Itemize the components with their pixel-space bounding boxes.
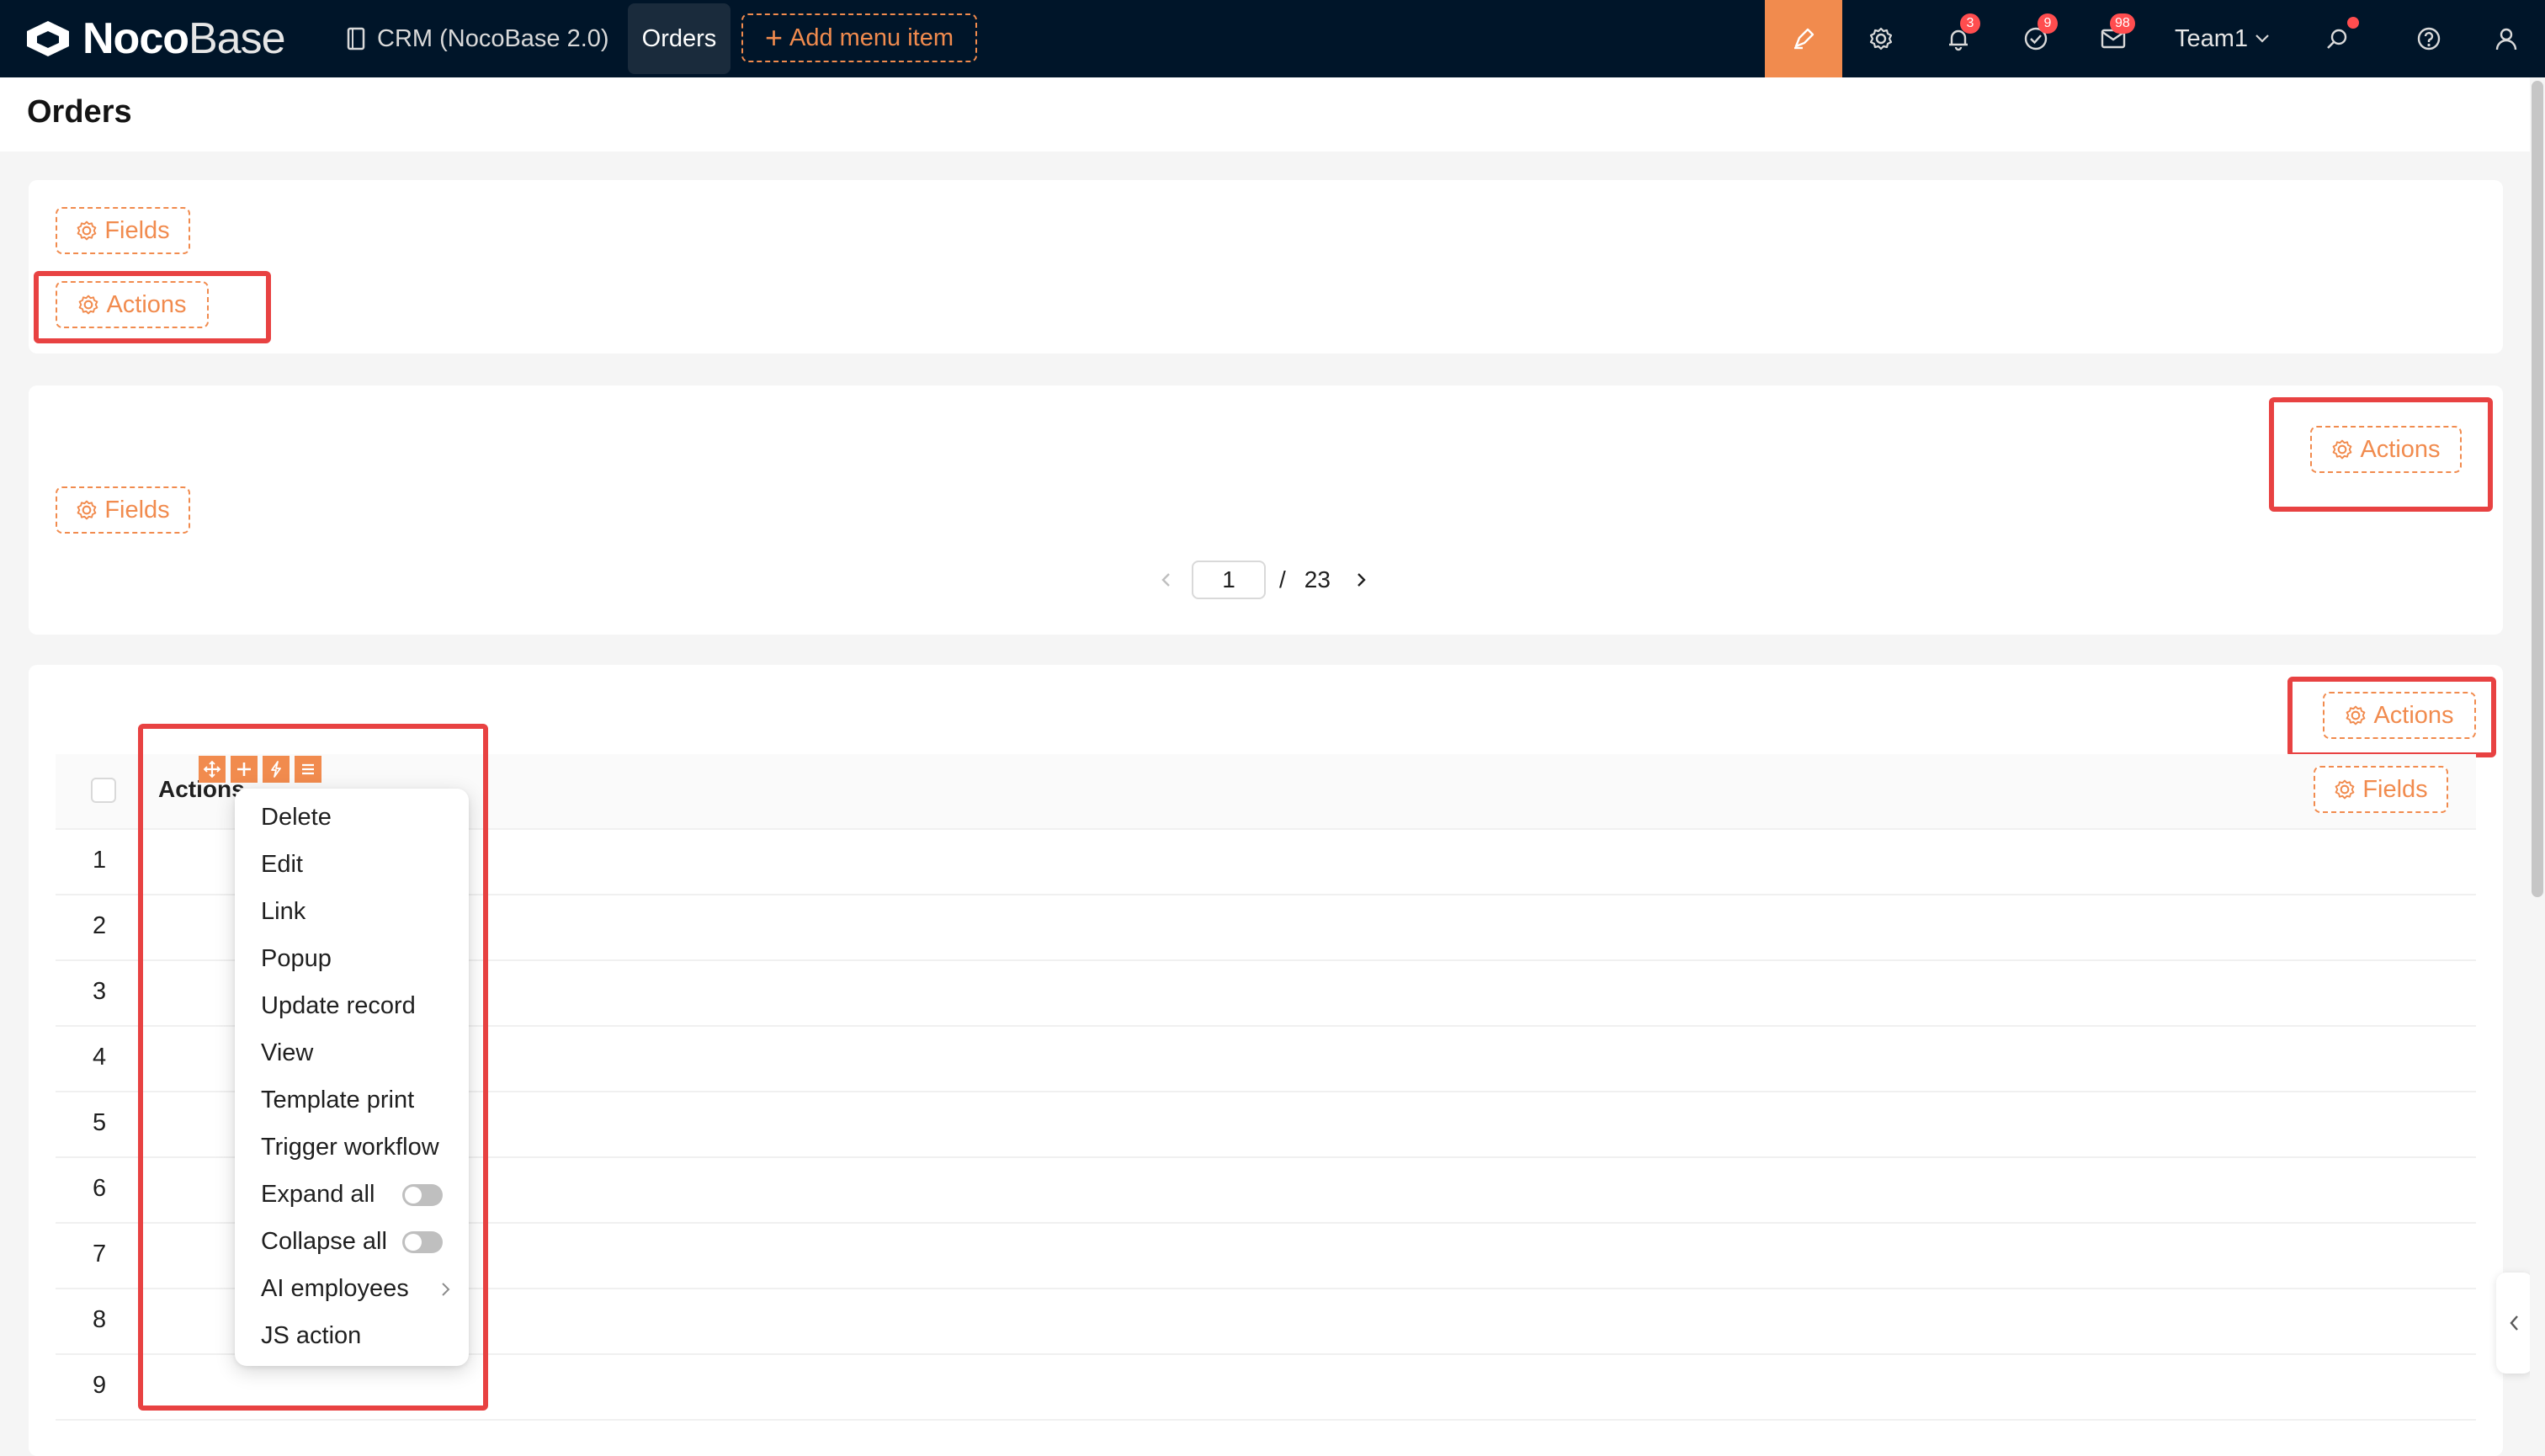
row-index: 3 [93,978,107,1005]
settings-icon [79,295,98,315]
inbox-button[interactable]: 98 [2075,0,2152,77]
notifications-badge: 3 [1960,13,1980,34]
settings-icon [77,500,97,520]
settings-icon [2333,439,2352,460]
fields-config-button[interactable]: Fields [56,486,190,534]
menu-item-edit[interactable]: Edit [261,851,303,879]
row-index: 5 [93,1109,107,1136]
fields-config-label: Fields [104,496,170,523]
actions-config-button[interactable]: Actions [56,281,209,328]
actions-config-label: Actions [2360,435,2441,463]
help-button[interactable] [2390,0,2468,77]
menu-item-trigger-workflow[interactable]: Trigger workflow [261,1134,439,1161]
doc-icon [347,27,365,50]
nav-item-crm-label: CRM (NocoBase 2.0) [377,24,609,52]
row-index: 7 [93,1241,107,1267]
menu-item-ai-employees[interactable]: AI employees [261,1275,409,1303]
search-button[interactable] [2298,0,2376,77]
notifications-button[interactable]: 3 [1920,0,1997,77]
select-all-checkbox[interactable] [91,778,116,803]
menu-item-link[interactable]: Link [261,898,306,926]
page-header [0,77,2533,151]
page-separator: / [1279,566,1286,592]
actions-config-button[interactable]: Actions [2323,692,2476,739]
team-switcher[interactable]: Team1 [2175,0,2270,77]
settings-button[interactable] [1842,0,1920,77]
actions-config-label: Actions [106,290,187,318]
side-panel-toggle[interactable] [2496,1273,2533,1374]
page-number-input[interactable]: 1 [1192,561,1266,599]
row-index: 2 [93,912,107,939]
row-index: 6 [93,1175,107,1202]
details-block [29,180,2503,353]
actions-config-label: Actions [2373,701,2454,729]
menu-item-delete[interactable]: Delete [261,804,332,832]
user-menu-button[interactable] [2468,0,2545,77]
logo-text-bold: Noco [82,14,189,63]
collapse-all-toggle[interactable] [402,1231,443,1253]
menu-item-popup[interactable]: Popup [261,945,332,973]
search-icon [2327,29,2347,49]
actions-config-button[interactable]: Actions [2310,426,2462,473]
menu-item-collapse-all[interactable]: Collapse all [261,1228,387,1256]
add-menu-item-label: Add menu item [789,24,954,51]
menu-item-view[interactable]: View [261,1039,313,1067]
row-index: 1 [93,847,107,874]
scrollbar-thumb[interactable] [2532,81,2543,897]
fields-config-button[interactable]: Fields [2314,766,2448,813]
nav-item-crm[interactable]: CRM (NocoBase 2.0) [347,0,609,77]
menu-item-expand-all[interactable]: Expand all [261,1181,375,1209]
help-icon [2417,27,2441,50]
logo-text-light: Base [189,14,286,63]
app-logo[interactable]: NocoBase [24,12,286,66]
page-title: Orders [27,94,132,130]
chevron-left-icon[interactable] [1155,568,1178,592]
pagination: 1 / 23 [1155,559,1373,601]
nav-item-orders[interactable]: Orders [628,3,731,74]
chevron-right-icon [442,1283,450,1296]
tasks-button[interactable]: 9 [1997,0,2075,77]
tasks-badge: 9 [2038,13,2058,34]
team-name: Team1 [2175,24,2249,52]
settings-icon [1869,27,1893,50]
settings-icon [2346,705,2366,725]
chevron-left-icon [2510,1315,2518,1331]
plus-icon: + [764,20,783,55]
fields-config-label: Fields [104,216,170,244]
chevron-right-icon[interactable] [1349,568,1373,592]
search-dot [2347,17,2359,29]
fields-config-label: Fields [2362,775,2428,803]
menu-item-template-print[interactable]: Template print [261,1087,414,1114]
row-index: 8 [93,1306,107,1333]
add-menu-item-button[interactable]: + Add menu item [741,13,977,62]
page-total: 23 [1304,566,1331,592]
expand-all-toggle[interactable] [402,1184,443,1206]
row-index: 9 [93,1372,107,1399]
menu-item-update-record[interactable]: Update record [261,992,416,1020]
chevron-down-icon [2255,35,2269,43]
ui-editor-icon [1794,28,1814,50]
user-icon [2495,28,2517,50]
nocobase-logo-icon [27,21,69,56]
settings-icon [2335,779,2355,800]
settings-icon [77,221,97,241]
menu-item-js-action[interactable]: JS action [261,1322,361,1350]
fields-config-button[interactable]: Fields [56,207,190,254]
row-index: 4 [93,1044,107,1071]
ui-editor-toggle[interactable] [1765,0,1842,77]
inbox-badge: 98 [2110,13,2135,34]
